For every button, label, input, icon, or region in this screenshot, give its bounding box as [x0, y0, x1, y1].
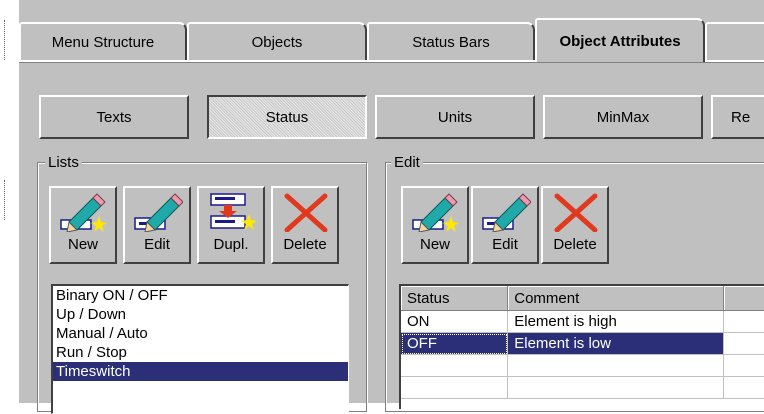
- tab-menu-structure[interactable]: Menu Structure: [19, 22, 187, 60]
- status-grid[interactable]: Status Comment ON Element is high OFF El…: [399, 284, 764, 409]
- edit-new-button[interactable]: New: [401, 186, 469, 264]
- tab-label: Object Attributes: [559, 33, 680, 50]
- edit-delete-button[interactable]: Delete: [541, 186, 609, 264]
- table-row[interactable]: ON Element is high: [401, 311, 764, 333]
- status-cell[interactable]: [401, 377, 508, 399]
- lists-edit-button[interactable]: Edit: [123, 186, 191, 264]
- button-label: Delete: [543, 236, 607, 253]
- delete-x-icon: [281, 192, 331, 232]
- list-item[interactable]: Run / Stop: [53, 343, 348, 362]
- button-label: New: [403, 236, 467, 253]
- comment-cell[interactable]: [508, 377, 724, 399]
- tab-baseline-shadow: [19, 62, 764, 63]
- splitter-dots: [4, 180, 7, 220]
- subtab-label: Re: [731, 109, 750, 126]
- lists-new-button[interactable]: New: [49, 186, 117, 264]
- tab-label: Status Bars: [412, 34, 490, 51]
- pencil-edit-icon: [481, 192, 531, 232]
- tab-objects[interactable]: Objects: [187, 22, 367, 60]
- table-header-row: Status Comment: [401, 286, 764, 311]
- splitter-dots: [4, 20, 7, 60]
- tab-status-bars[interactable]: Status Bars: [367, 22, 535, 60]
- button-label: Edit: [125, 236, 189, 253]
- tab-overflow[interactable]: [705, 22, 764, 60]
- list-item[interactable]: Manual / Auto: [53, 324, 348, 343]
- button-label: New: [51, 236, 115, 253]
- extra-cell[interactable]: [724, 311, 764, 333]
- tab-object-attributes[interactable]: Object Attributes: [535, 18, 705, 62]
- column-header-extra[interactable]: [724, 286, 764, 311]
- lists-group-title: Lists: [45, 154, 82, 172]
- duplicate-icon: [207, 192, 257, 232]
- pencil-new-icon: [411, 192, 461, 232]
- extra-cell[interactable]: [724, 355, 764, 377]
- subtab-units[interactable]: Units: [375, 95, 535, 139]
- tab-label: Menu Structure: [52, 34, 155, 51]
- subtab-minmax[interactable]: MinMax: [543, 95, 703, 139]
- pencil-new-icon: [59, 192, 109, 232]
- status-cell[interactable]: OFF: [401, 333, 508, 355]
- status-table: Status Comment ON Element is high OFF El…: [401, 286, 764, 399]
- lists-duplicate-button[interactable]: Dupl.: [197, 186, 265, 264]
- column-header-comment[interactable]: Comment: [508, 286, 724, 311]
- button-label: Edit: [473, 236, 537, 253]
- table-row-selected[interactable]: OFF Element is low: [401, 333, 764, 355]
- table-row[interactable]: [401, 377, 764, 399]
- extra-cell[interactable]: [724, 377, 764, 399]
- button-label: Delete: [273, 236, 337, 253]
- table-row[interactable]: [401, 355, 764, 377]
- column-header-status[interactable]: Status: [401, 286, 508, 311]
- edit-edit-button[interactable]: Edit: [471, 186, 539, 264]
- subtab-status[interactable]: Status: [207, 95, 367, 139]
- pencil-edit-icon: [133, 192, 183, 232]
- tab-label: Objects: [252, 34, 303, 51]
- status-lists-listbox[interactable]: Binary ON / OFF Up / Down Manual / Auto …: [51, 284, 349, 414]
- window-left-edge: [0, 0, 18, 403]
- subtab-label: MinMax: [597, 109, 650, 126]
- list-item[interactable]: Up / Down: [53, 305, 348, 324]
- lists-delete-button[interactable]: Delete: [271, 186, 339, 264]
- status-cell[interactable]: [401, 355, 508, 377]
- object-attributes-dialog: Menu Structure Objects Status Bars Objec…: [18, 0, 764, 403]
- subtab-label: Status: [266, 109, 309, 126]
- subtab-label: Units: [438, 109, 472, 126]
- button-label: Dupl.: [199, 236, 263, 253]
- comment-cell[interactable]: Element is low: [508, 333, 724, 355]
- list-item[interactable]: Binary ON / OFF: [53, 286, 348, 305]
- subtab-re[interactable]: Re: [711, 95, 764, 139]
- list-item-selected[interactable]: Timeswitch: [53, 362, 348, 381]
- edit-group-title: Edit: [391, 154, 423, 172]
- status-cell[interactable]: ON: [401, 311, 508, 333]
- comment-cell[interactable]: Element is high: [508, 311, 724, 333]
- comment-cell[interactable]: [508, 355, 724, 377]
- main-tabstrip: Menu Structure Objects Status Bars Objec…: [19, 0, 764, 66]
- delete-x-icon: [551, 192, 601, 232]
- subtab-label: Texts: [96, 109, 131, 126]
- extra-cell[interactable]: [724, 333, 764, 355]
- subtab-texts[interactable]: Texts: [39, 95, 189, 139]
